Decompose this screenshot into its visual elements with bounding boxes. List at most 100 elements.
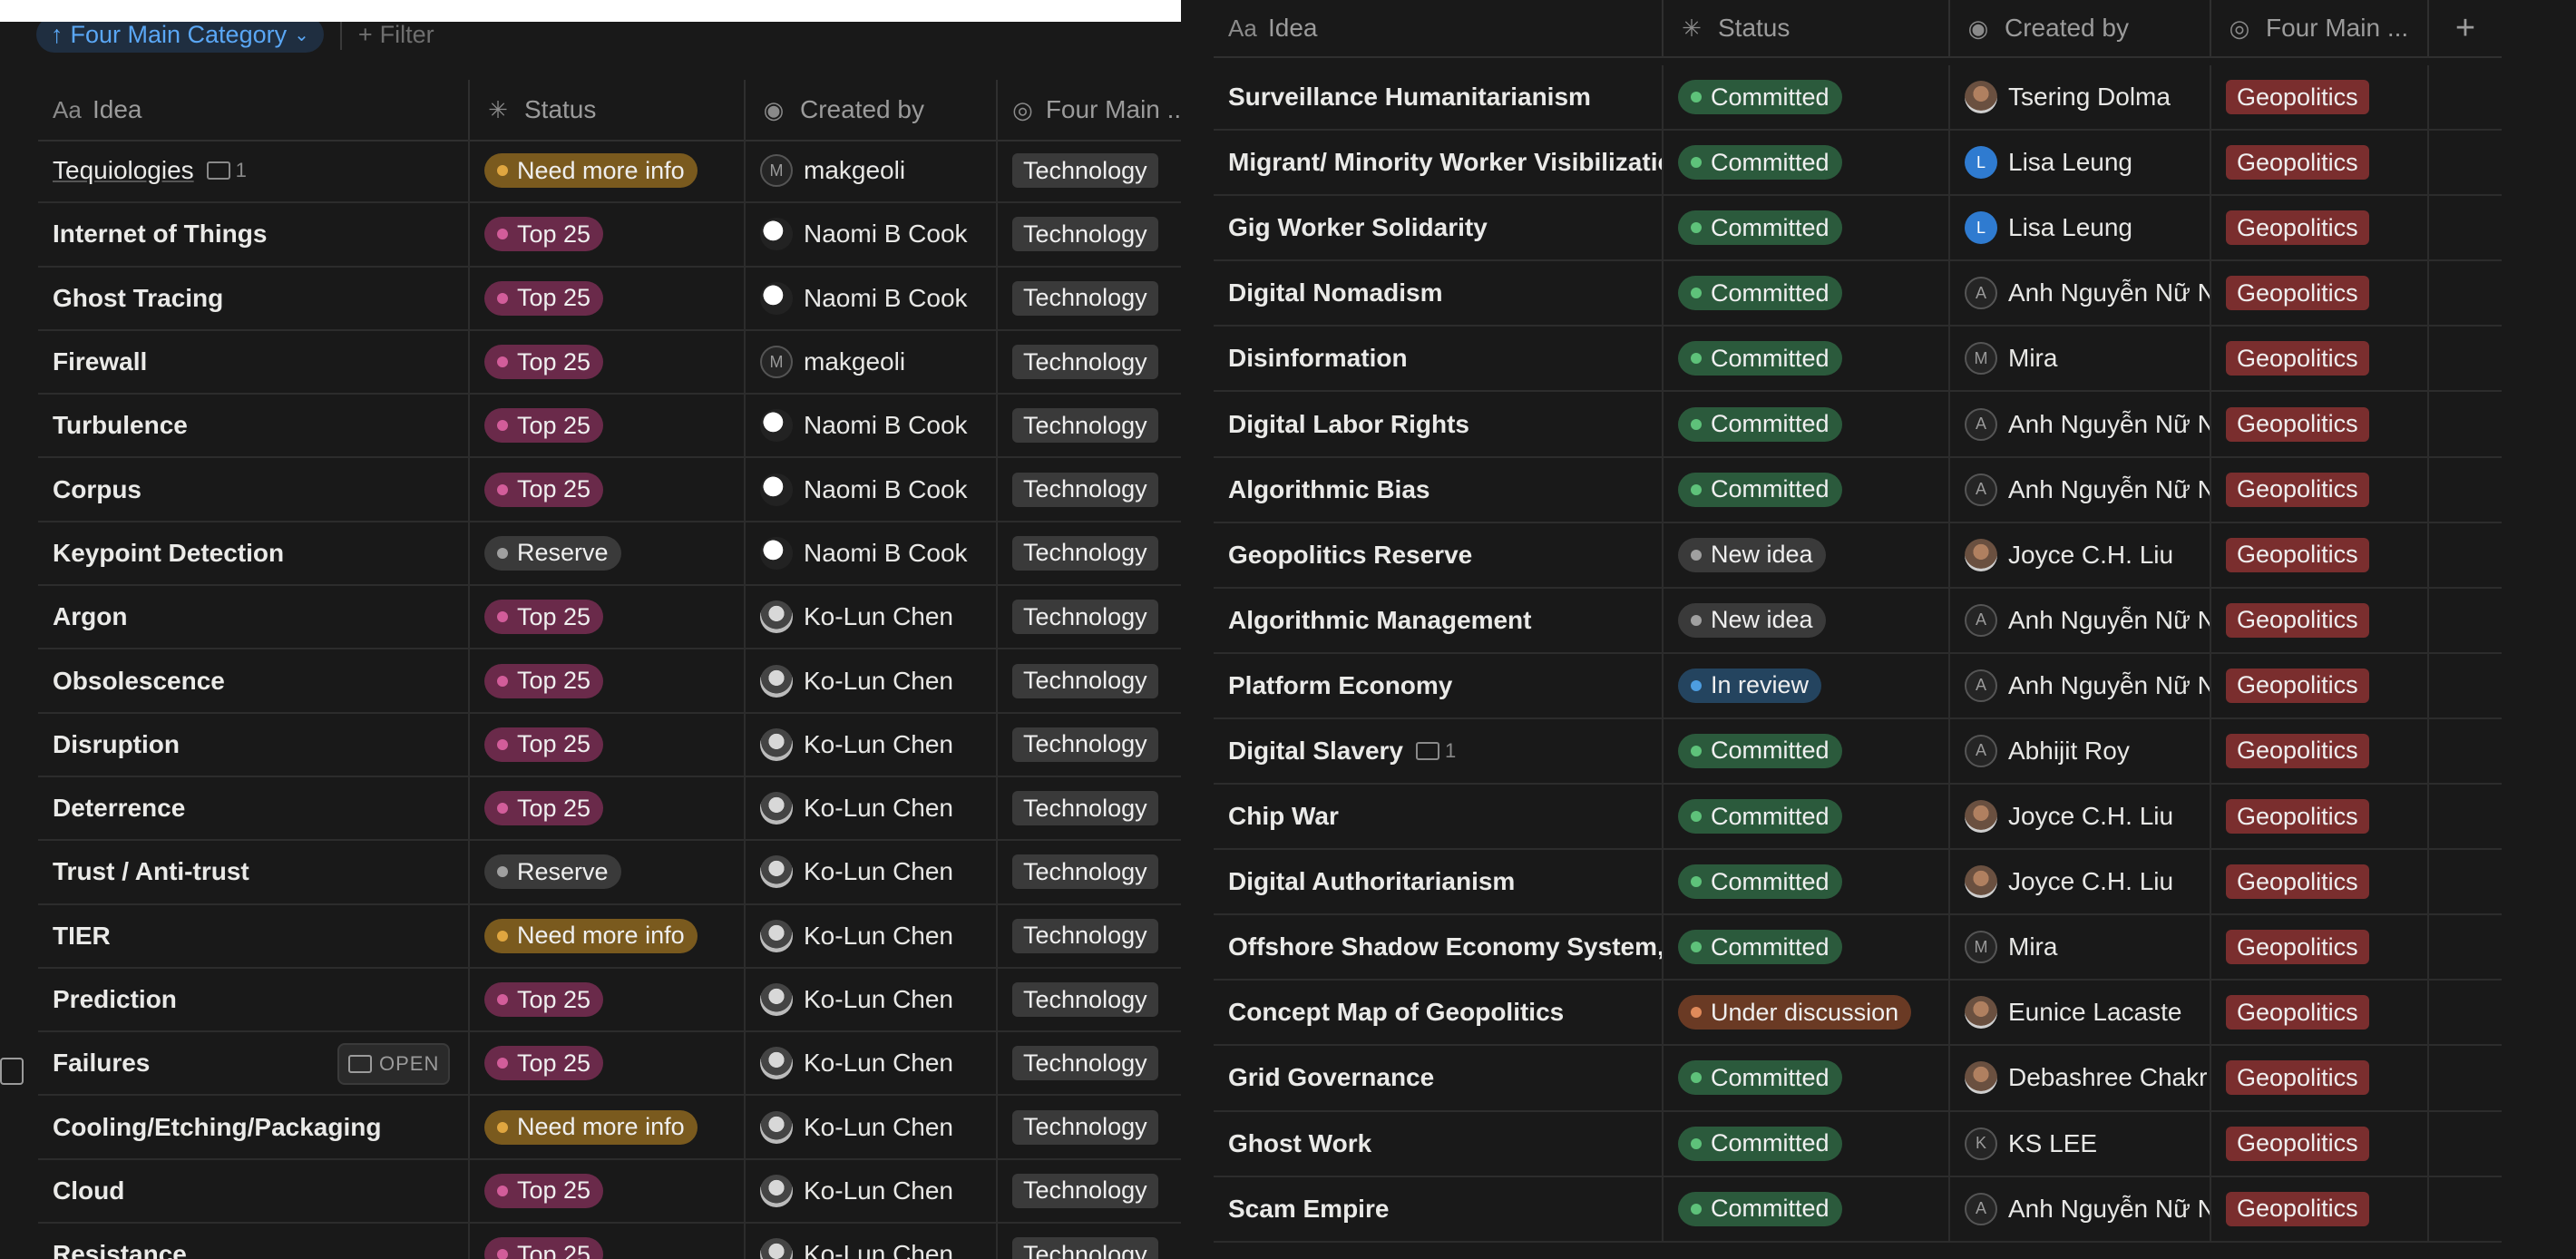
cell-created-by[interactable]: Naomi B Cook — [746, 203, 998, 266]
cell-idea[interactable]: Keypoint Detection — [38, 522, 470, 585]
cell-created-by[interactable]: Naomi B Cook — [746, 395, 998, 457]
category-tag[interactable]: Technology — [1012, 345, 1158, 380]
cell-status[interactable]: Committed — [1664, 915, 1950, 980]
cell-idea[interactable]: Migrant/ Minority Worker Visibilization — [1214, 131, 1664, 195]
table-row[interactable]: Cloud Top 25 Ko-Lun Chen Technology — [38, 1159, 1181, 1225]
table-row[interactable]: Prediction Top 25 Ko-Lun Chen Technology — [38, 968, 1181, 1033]
cell-created-by[interactable]: Tsering Dolma — [1950, 65, 2211, 130]
cell-category[interactable]: Technology — [998, 649, 1181, 711]
idea-title[interactable]: Tequiologies — [53, 156, 194, 185]
idea-title[interactable]: Resistance — [53, 1240, 187, 1259]
cell-status[interactable]: New idea — [1664, 522, 1950, 587]
category-tag[interactable]: Geopolitics — [2226, 864, 2369, 900]
table-row[interactable]: Digital Authoritarianism Committed Joyce C… — [1214, 850, 2502, 916]
category-tag[interactable]: Geopolitics — [2226, 668, 2369, 703]
cell-created-by[interactable]: L Lisa Leung — [1950, 131, 2211, 195]
table-row[interactable]: Argon Top 25 Ko-Lun Chen Technology — [38, 586, 1181, 650]
cell-status[interactable]: Top 25 — [470, 968, 746, 1031]
cell-created-by[interactable]: Ko-Lun Chen — [746, 1159, 998, 1223]
cell-created-by[interactable]: Joyce C.H. Liu — [1950, 522, 2211, 587]
cell-created-by[interactable]: A Anh Nguyễn Nữ N — [1950, 457, 2211, 522]
cell-idea[interactable]: Geopolitics Reserve — [1214, 522, 1664, 587]
idea-title[interactable]: Firewall — [53, 347, 147, 376]
cell-idea[interactable]: Concept Map of Geopolitics — [1214, 981, 1664, 1045]
cell-status[interactable]: Committed — [1664, 327, 1950, 391]
table-row[interactable]: Disruption Top 25 Ko-Lun Chen Technology — [38, 713, 1181, 777]
status-badge[interactable]: Under discussion — [1678, 995, 1912, 1030]
cell-idea[interactable]: Corpus — [38, 458, 470, 521]
status-badge[interactable]: Committed — [1678, 799, 1842, 834]
cell-category[interactable]: Technology — [998, 395, 1181, 456]
cell-created-by[interactable]: Naomi B Cook — [746, 522, 998, 585]
cell-status[interactable]: Committed — [1664, 131, 1950, 195]
cell-status[interactable]: Top 25 — [470, 776, 746, 840]
table-row[interactable]: Turbulence Top 25 Naomi B Cook Technology — [38, 395, 1181, 459]
cell-category[interactable]: Geopolitics — [2211, 915, 2429, 980]
category-tag[interactable]: Technology — [1012, 1173, 1158, 1208]
category-tag[interactable]: Geopolitics — [2226, 472, 2369, 507]
cell-created-by[interactable]: A Anh Nguyễn Nữ N — [1950, 588, 2211, 652]
category-tag[interactable]: Geopolitics — [2226, 930, 2369, 965]
status-badge[interactable]: Committed — [1678, 276, 1842, 311]
cell-status[interactable]: Top 25 — [470, 267, 746, 329]
cell-idea[interactable]: Disinformation — [1214, 327, 1664, 391]
cell-created-by[interactable]: Naomi B Cook — [746, 267, 998, 329]
idea-title[interactable]: Failures — [53, 1049, 150, 1078]
add-column-button[interactable]: + — [2429, 0, 2502, 56]
cell-status[interactable]: Committed — [1664, 457, 1950, 522]
idea-title[interactable]: Digital Slavery — [1228, 737, 1403, 766]
cell-created-by[interactable]: Ko-Lun Chen — [746, 841, 998, 903]
cell-idea[interactable]: Scam Empire — [1214, 1176, 1664, 1241]
column-header-category[interactable]: ◎ Four Main ... — [2211, 0, 2429, 56]
idea-title[interactable]: Turbulence — [53, 411, 188, 440]
cell-status[interactable]: Top 25 — [470, 1159, 746, 1223]
cell-status[interactable]: Top 25 — [470, 458, 746, 521]
cell-idea[interactable]: Argon — [38, 586, 470, 649]
table-row[interactable]: Corpus Top 25 Naomi B Cook Technology — [38, 458, 1181, 522]
table-row[interactable]: Tequiologies 1 Need more info Mmakgeoli Tech… — [38, 140, 1181, 204]
cell-created-by[interactable]: Ko-Lun Chen — [746, 649, 998, 712]
cell-created-by[interactable]: Ko-Lun Chen — [746, 1096, 998, 1158]
cell-category[interactable]: Technology — [998, 203, 1181, 265]
cell-created-by[interactable]: L Lisa Leung — [1950, 196, 2211, 260]
cell-status[interactable]: Top 25 — [470, 649, 746, 712]
column-header-status[interactable]: ✳ Status — [1664, 0, 1950, 56]
table-row[interactable]: Migrant/ Minority Worker Visibilization C… — [1214, 131, 2502, 197]
status-badge[interactable]: Top 25 — [484, 217, 604, 252]
cell-status[interactable]: Committed — [1664, 785, 1950, 849]
cell-category[interactable]: Geopolitics — [2211, 522, 2429, 587]
category-tag[interactable]: Geopolitics — [2226, 1060, 2369, 1096]
idea-title[interactable]: Grid Governance — [1228, 1063, 1434, 1092]
status-badge[interactable]: Committed — [1678, 341, 1842, 376]
open-row-button[interactable]: OPEN — [337, 1043, 451, 1085]
category-tag[interactable]: Technology — [1012, 854, 1158, 890]
cell-status[interactable]: Committed — [1664, 65, 1950, 130]
category-tag[interactable]: Technology — [1012, 663, 1158, 698]
cell-idea[interactable]: Obsolescence — [38, 649, 470, 712]
table-row[interactable]: Ghost Tracing Top 25 Naomi B Cook Technolog… — [38, 267, 1181, 331]
cell-idea[interactable]: Ghost Tracing — [38, 267, 470, 329]
idea-title[interactable]: Ghost Work — [1228, 1129, 1371, 1158]
cell-category[interactable]: Geopolitics — [2211, 131, 2429, 195]
idea-title[interactable]: Surveillance Humanitarianism — [1228, 83, 1591, 112]
status-badge[interactable]: Need more info — [484, 153, 698, 189]
cell-category[interactable]: Geopolitics — [2211, 981, 2429, 1045]
category-tag[interactable]: Geopolitics — [2226, 537, 2369, 572]
cell-created-by[interactable]: Ko-Lun Chen — [746, 586, 998, 649]
category-tag[interactable]: Geopolitics — [2226, 1126, 2369, 1161]
cell-category[interactable]: Geopolitics — [2211, 718, 2429, 784]
category-tag[interactable]: Technology — [1012, 1237, 1158, 1259]
cell-created-by[interactable]: Joyce C.H. Liu — [1950, 850, 2211, 914]
category-tag[interactable]: Geopolitics — [2226, 210, 2369, 246]
status-badge[interactable]: Top 25 — [484, 600, 604, 635]
idea-title[interactable]: Obsolescence — [53, 667, 225, 696]
cell-category[interactable]: Technology — [998, 1224, 1181, 1259]
cell-idea[interactable]: Tequiologies 1 — [38, 140, 470, 202]
category-tag[interactable]: Geopolitics — [2226, 733, 2369, 768]
category-tag[interactable]: Technology — [1012, 982, 1158, 1017]
category-tag[interactable]: Technology — [1012, 472, 1158, 507]
idea-title[interactable]: Disruption — [53, 730, 180, 759]
cell-idea[interactable]: Digital Authoritarianism — [1214, 850, 1664, 914]
cell-created-by[interactable]: Ko-Lun Chen — [746, 968, 998, 1031]
category-tag[interactable]: Technology — [1012, 408, 1158, 444]
